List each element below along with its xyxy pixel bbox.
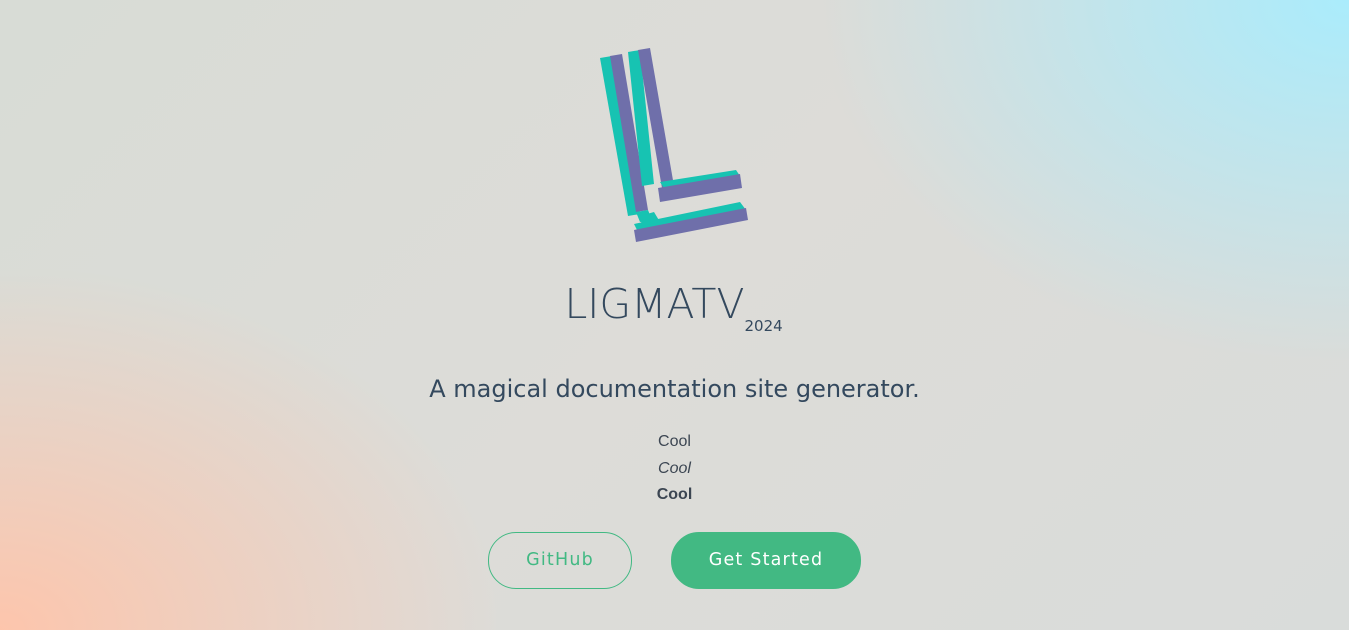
ligmatv-logo xyxy=(600,48,748,242)
cool-italic-text: Cool xyxy=(658,459,691,477)
cover-buttons: GitHub Get Started xyxy=(0,532,1349,589)
cool-list: Cool Cool Cool xyxy=(0,430,1349,510)
get-started-button[interactable]: Get Started xyxy=(671,532,861,589)
site-tagline: A magical documentation site generator. xyxy=(429,375,920,403)
cover-page: LIGMATV 2024 A magical documentation site… xyxy=(0,0,1349,630)
cool-bold-text: Cool xyxy=(656,486,693,503)
site-title-text: LIGMATV xyxy=(564,280,745,328)
github-button[interactable]: GitHub xyxy=(488,532,632,589)
site-title: LIGMATV 2024 xyxy=(564,276,782,335)
site-version: 2024 xyxy=(744,317,783,335)
cool-normal-text: Cool xyxy=(658,433,691,450)
